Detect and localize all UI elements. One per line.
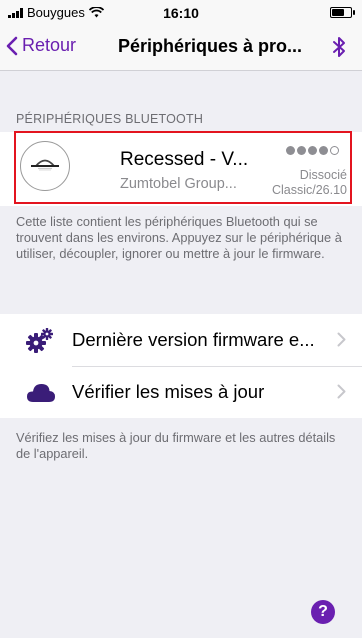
device-status: Dissocié (299, 168, 347, 182)
device-vendor: Zumtobel Group... (120, 176, 237, 192)
bluetooth-section-description: Cette liste contient les périphériques B… (16, 214, 342, 261)
back-label: Retour (22, 35, 77, 55)
battery-icon (330, 7, 355, 18)
chevron-left-icon (6, 36, 18, 55)
help-button[interactable]: ? (311, 600, 335, 624)
device-firmware: Classic/26.10 (271, 183, 347, 197)
gears-icon (26, 328, 53, 353)
device-avatar (20, 141, 70, 191)
signal-strength-indicator (286, 146, 339, 155)
footer-description: Vérifiez les mises à jour du firmware et… (16, 430, 336, 461)
signal-dot-empty (330, 146, 339, 155)
signal-dot (319, 146, 328, 155)
chevron-right-icon (337, 332, 346, 347)
menu-item-check-updates[interactable]: Vérifier les mises à jour (0, 366, 362, 418)
back-button[interactable]: Retour (6, 35, 76, 56)
chevron-right-icon (337, 384, 346, 399)
navigation-bar: Retour Périphériques à pro... (0, 24, 362, 71)
menu-item-label: Vérifier les mises à jour (72, 381, 265, 402)
menu-item-latest-firmware[interactable]: Dernière version firmware e... (0, 314, 362, 366)
bluetooth-section-header: PÉRIPHÉRIQUES BLUETOOTH (16, 112, 204, 126)
row-divider (72, 366, 362, 367)
menu-item-label: Dernière version firmware e... (72, 329, 315, 350)
signal-dot (297, 146, 306, 155)
recessed-light-icon (31, 159, 59, 171)
status-time: 16:10 (163, 5, 199, 21)
page-title: Périphériques à pro... (118, 36, 303, 56)
signal-dot (286, 146, 295, 155)
status-bar: Bouygues 16:10 (0, 0, 362, 24)
bluetooth-icon[interactable] (332, 36, 346, 58)
signal-dot (308, 146, 317, 155)
device-name: Recessed - V... (120, 149, 249, 170)
cloud-icon (27, 384, 55, 402)
